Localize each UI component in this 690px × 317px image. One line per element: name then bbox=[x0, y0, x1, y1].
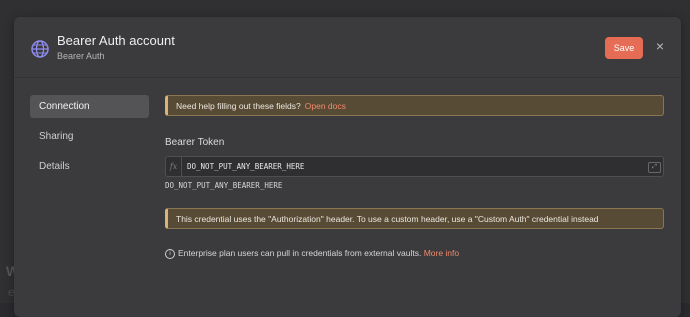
header-divider bbox=[14, 77, 681, 78]
nav-item-details[interactable]: Details bbox=[30, 155, 149, 178]
more-info-link[interactable]: More info bbox=[424, 248, 459, 258]
close-icon[interactable]: × bbox=[651, 37, 669, 55]
credential-dialog: Bearer Auth account Bearer Auth Save × C… bbox=[14, 17, 681, 317]
nav-item-sharing[interactable]: Sharing bbox=[30, 125, 149, 148]
bearer-token-preview: DO_NOT_PUT_ANY_BEARER_HERE bbox=[165, 181, 283, 190]
help-notice: Need help filling out these fields? Open … bbox=[165, 95, 664, 116]
bearer-token-value[interactable]: DO_NOT_PUT_ANY_BEARER_HERE bbox=[187, 157, 304, 176]
credential-nav: Connection Sharing Details bbox=[30, 95, 149, 185]
save-button[interactable]: Save bbox=[605, 37, 643, 59]
help-notice-text: Need help filling out these fields? bbox=[176, 101, 301, 111]
bearer-token-input[interactable]: fx DO_NOT_PUT_ANY_BEARER_HERE ⤢ bbox=[165, 156, 664, 177]
dialog-title: Bearer Auth account bbox=[57, 33, 175, 48]
expression-icon: fx bbox=[166, 157, 182, 176]
dialog-subtitle: Bearer Auth bbox=[57, 51, 105, 61]
info-icon: i bbox=[165, 248, 175, 259]
auth-header-notice: This credential uses the "Authorization"… bbox=[165, 208, 664, 229]
open-docs-link[interactable]: Open docs bbox=[305, 101, 346, 111]
nav-item-connection[interactable]: Connection bbox=[30, 95, 149, 118]
globe-icon bbox=[31, 40, 49, 58]
enterprise-info: i Enterprise plan users can pull in crede… bbox=[165, 248, 459, 259]
bearer-token-label: Bearer Token bbox=[165, 137, 225, 148]
enterprise-info-text: Enterprise plan users can pull in creden… bbox=[178, 248, 422, 258]
expand-editor-icon[interactable]: ⤢ bbox=[648, 162, 661, 173]
auth-header-notice-text: This credential uses the "Authorization"… bbox=[176, 214, 599, 224]
